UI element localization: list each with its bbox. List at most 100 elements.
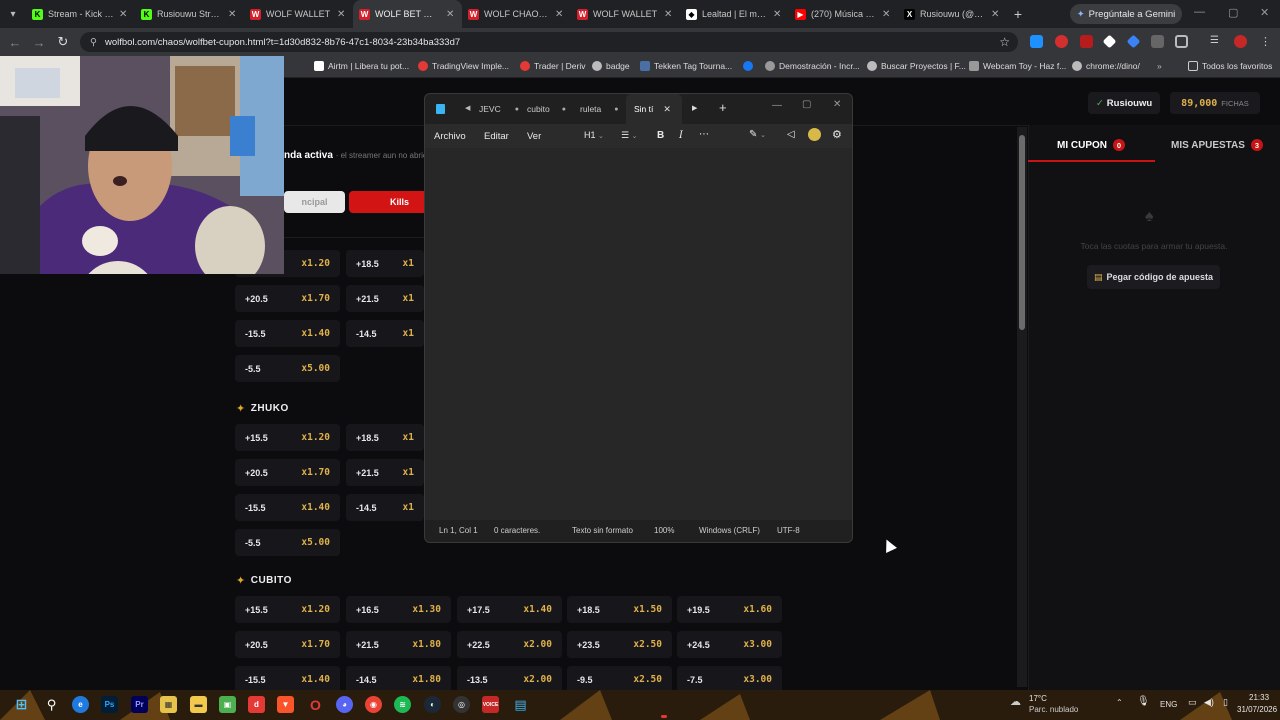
discord-icon[interactable]: ◕ xyxy=(336,696,353,713)
tab-mi-cupon[interactable]: MI CUPON 0 xyxy=(1028,133,1154,157)
calculator-icon[interactable]: ▦ xyxy=(160,696,177,713)
spotify-icon[interactable]: ≋ xyxy=(394,696,411,713)
bookmark-item[interactable]: TradingView Imple... xyxy=(418,61,509,71)
odds-button[interactable]: +22.5 x2.00 xyxy=(457,631,562,658)
close-window-icon[interactable]: ✕ xyxy=(833,99,841,110)
odds-button[interactable]: -5.5 x5.00 xyxy=(235,355,340,382)
microphone-icon[interactable]: 🎙 xyxy=(1137,696,1150,707)
browser-tab[interactable]: W WOLF WALLET ✕ xyxy=(571,0,680,28)
browser-tab[interactable]: ◆ Lealtad | El mejor ✕ xyxy=(680,0,789,28)
odds-button[interactable]: +17.5 x1.40 xyxy=(457,596,562,623)
bookmark-item[interactable]: Trader | Deriv xyxy=(520,61,586,71)
more-icon[interactable]: ⋯ xyxy=(699,129,709,140)
menu-editar[interactable]: Editar xyxy=(484,131,509,142)
reading-list-icon[interactable]: ☰ xyxy=(1210,35,1223,48)
close-tab-icon[interactable]: ✕ xyxy=(228,9,238,20)
new-tab-button[interactable]: + xyxy=(1007,6,1029,22)
notepad-taskbar-icon[interactable]: ▤ xyxy=(512,696,529,713)
notepad-tab[interactable]: cubito ● xyxy=(527,94,577,124)
bookmarks-overflow-icon[interactable]: » xyxy=(1157,61,1162,71)
odds-button[interactable]: +15.5 x1.20 xyxy=(235,596,340,623)
odds-button[interactable]: -14.5 x1 xyxy=(346,320,424,347)
paste-code-button[interactable]: ▤ Pegar código de apuesta xyxy=(1087,265,1220,289)
steam-icon[interactable]: ◐ xyxy=(424,696,441,713)
notepad-tab[interactable]: JEVC ● xyxy=(479,94,524,124)
bookmark-item[interactable]: badge xyxy=(592,61,630,71)
odds-button[interactable]: -14.5 x1.80 xyxy=(346,666,451,693)
odds-button[interactable]: -15.5 x1.40 xyxy=(235,494,340,521)
odds-button[interactable]: +19.5 x1.60 xyxy=(677,596,782,623)
close-tab-icon[interactable]: ✕ xyxy=(555,9,565,20)
new-tab-icon[interactable]: + xyxy=(719,100,727,115)
tray-overflow-icon[interactable]: ⌃ xyxy=(1116,698,1123,707)
odds-button[interactable]: -9.5 x2.50 xyxy=(567,666,672,693)
clock-time[interactable]: 21:33 xyxy=(1249,693,1269,702)
browser-tab[interactable]: ▶ (270) Música de A ✕ xyxy=(789,0,898,28)
search-icon[interactable]: ⚲ xyxy=(43,696,60,713)
odds-button[interactable]: +20.5 x1.70 xyxy=(235,285,340,312)
odds-button[interactable]: -14.5 x1 xyxy=(346,494,424,521)
gemini-button[interactable]: ✦ Pregúntale a Gemini xyxy=(1070,4,1182,24)
weather-desc[interactable]: Parc. nublado xyxy=(1029,705,1078,714)
odds-button[interactable]: -15.5 x1.40 xyxy=(235,666,340,693)
odds-button[interactable]: +20.5 x1.70 xyxy=(235,631,340,658)
deriv-app-icon[interactable]: d xyxy=(248,696,265,713)
forward-icon[interactable]: → xyxy=(27,35,51,50)
browser-tab[interactable]: K Rusiouwu Stream ✕ xyxy=(135,0,244,28)
minecraft-icon[interactable]: ▣ xyxy=(219,696,236,713)
odds-button[interactable]: +21.5 x1.80 xyxy=(346,631,451,658)
bookmark-star-icon[interactable]: ☆ xyxy=(999,35,1010,49)
battery-icon[interactable]: ▯ xyxy=(1223,697,1228,708)
bookmark-item[interactable]: Demostración - Incr... xyxy=(765,61,860,71)
url-bar[interactable]: ⚲ wolfbol.com/chaos/wolfbet-cupon.html?t… xyxy=(80,32,1018,52)
odds-button[interactable]: +15.5 x1.20 xyxy=(235,424,340,451)
italic-icon[interactable]: I xyxy=(679,130,683,141)
user-button[interactable]: ✓ Rusiouwu xyxy=(1088,92,1160,114)
close-tab-icon[interactable]: ✕ xyxy=(664,9,674,20)
mode-principal-button[interactable]: ncipal xyxy=(284,191,345,213)
odds-button[interactable]: -5.5 x5.00 xyxy=(235,529,340,556)
extension-icon[interactable] xyxy=(1055,35,1068,48)
tab-search-icon[interactable]: ▾ xyxy=(0,0,26,28)
tab-mis-apuestas[interactable]: MIS APUESTAS 3 xyxy=(1154,133,1280,157)
start-windows-icon[interactable]: ⊞ xyxy=(13,696,30,713)
close-tab-icon[interactable]: ✕ xyxy=(663,104,671,115)
photoshop-icon[interactable]: Ps xyxy=(101,696,118,713)
bold-icon[interactable]: B xyxy=(657,130,664,141)
odds-button[interactable]: -15.5 x1.40 xyxy=(235,320,340,347)
close-tab-icon[interactable]: ✕ xyxy=(446,9,456,20)
odds-button[interactable]: +21.5 x1 xyxy=(346,459,424,486)
settings-gear-icon[interactable]: ⚙ xyxy=(832,128,842,141)
clock-date[interactable]: 31/07/2026 xyxy=(1237,705,1277,714)
bookmark-item[interactable] xyxy=(743,61,753,71)
extension-icon[interactable] xyxy=(1080,35,1093,48)
chrome-icon[interactable]: ◉ xyxy=(365,696,382,713)
clear-format-icon[interactable]: ✎ ⌄ xyxy=(749,129,766,140)
tabs-scroll-right-icon[interactable]: ▶ xyxy=(692,104,697,112)
encoding[interactable]: UTF-8 xyxy=(777,526,800,535)
brave-icon[interactable]: ▼ xyxy=(277,696,294,713)
browser-tab[interactable]: X Rusiouwu (@Rus ✕ xyxy=(898,0,1007,28)
odds-button[interactable]: +18.5 x1 xyxy=(346,250,424,277)
notepad-tab-active[interactable]: Sin tí ✕ xyxy=(626,94,682,124)
bookmark-item[interactable]: Buscar Proyectos | F... xyxy=(867,61,966,71)
odds-button[interactable]: -7.5 x3.00 xyxy=(677,666,782,693)
zoom-level[interactable]: 100% xyxy=(654,526,674,535)
heading-dropdown[interactable]: H1 ⌄ xyxy=(584,130,604,140)
minimize-icon[interactable]: — xyxy=(1194,6,1205,18)
voicemod-icon[interactable]: VOICE xyxy=(482,696,499,713)
tabs-scroll-left-icon[interactable]: ◀ xyxy=(465,104,470,112)
maximize-icon[interactable]: ▢ xyxy=(802,99,811,110)
profile-avatar[interactable] xyxy=(1234,35,1247,48)
copilot-icon[interactable]: ◁ xyxy=(787,129,795,140)
list-icon[interactable]: ☰ ⌄ xyxy=(621,130,637,141)
close-tab-icon[interactable]: ✕ xyxy=(773,9,783,20)
close-tab-icon[interactable]: ✕ xyxy=(991,9,1001,20)
input-language[interactable]: ENG xyxy=(1160,700,1177,709)
scrollbar-thumb[interactable] xyxy=(1019,135,1025,330)
extension-icon[interactable] xyxy=(1030,35,1043,48)
close-tab-icon[interactable]: ✕ xyxy=(119,9,129,20)
close-window-icon[interactable]: ✕ xyxy=(1260,6,1269,19)
site-info-icon[interactable]: ⚲ xyxy=(90,37,97,48)
odds-button[interactable]: +23.5 x2.50 xyxy=(567,631,672,658)
